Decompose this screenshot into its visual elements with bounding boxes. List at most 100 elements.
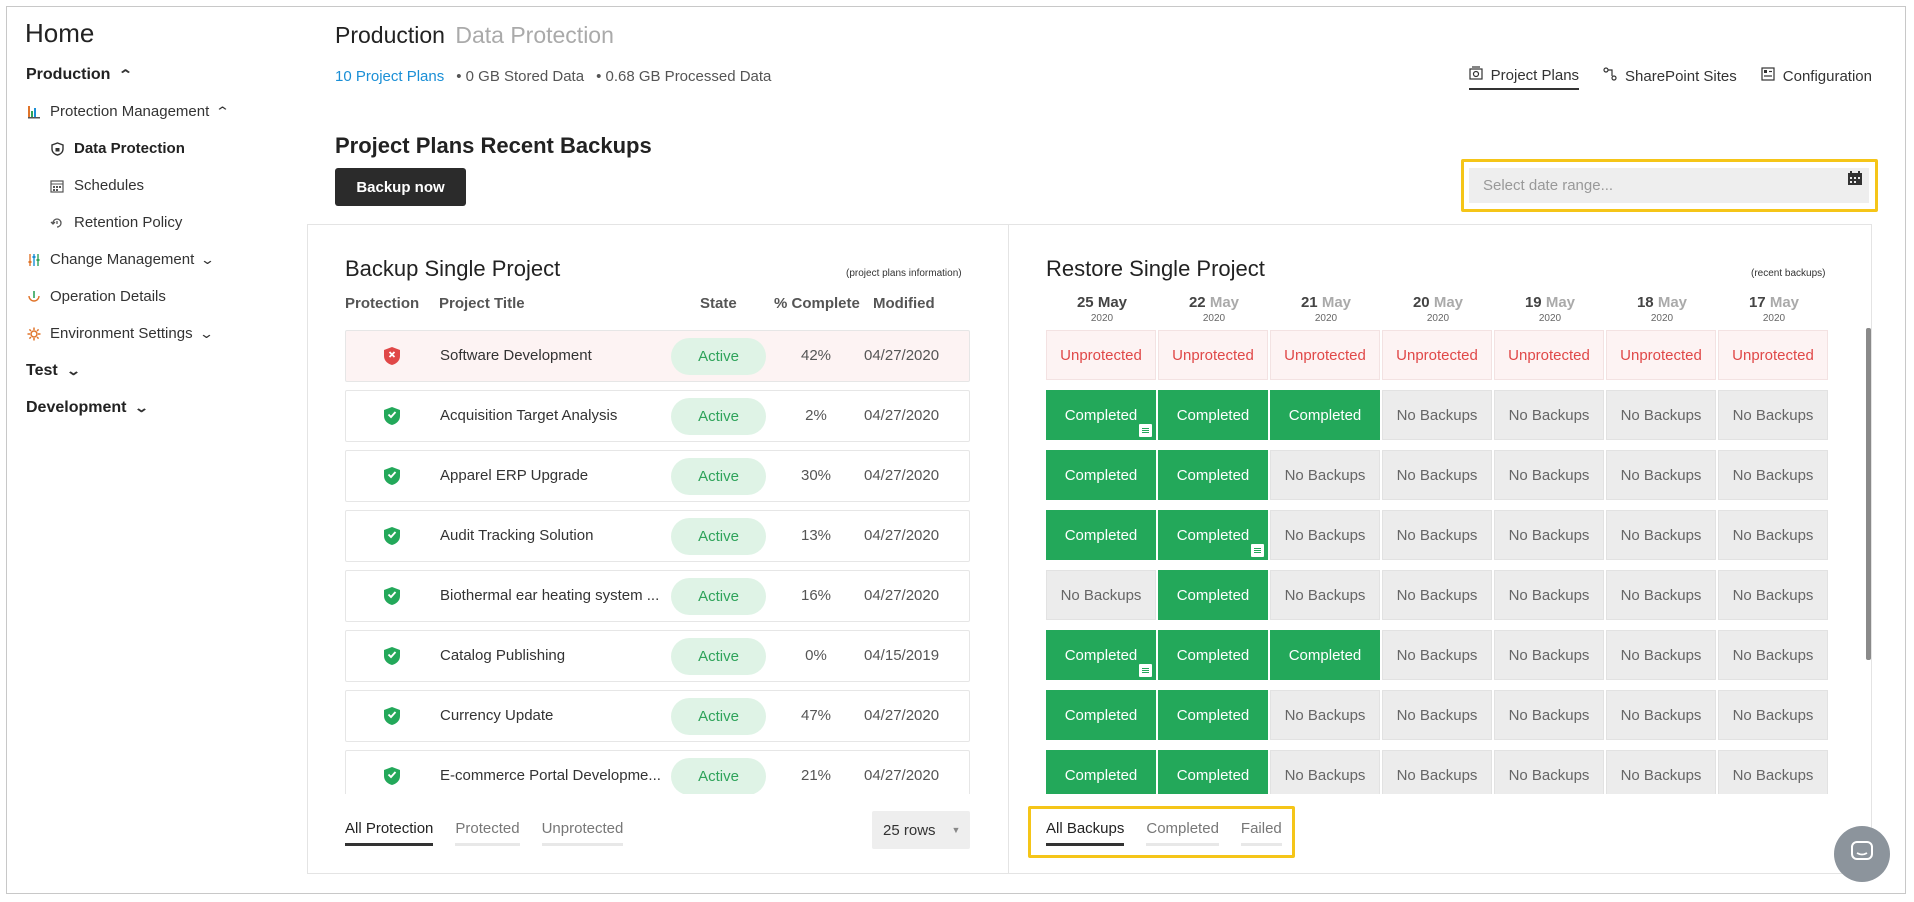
project-title[interactable]: Biothermal ear heating system ...	[440, 587, 664, 604]
no-backups-cell[interactable]: No Backups	[1494, 750, 1604, 794]
unprotected-cell[interactable]: Unprotected	[1494, 330, 1604, 380]
tab-all-backups[interactable]: All Backups	[1046, 820, 1125, 846]
column-header-modified[interactable]: Modified	[873, 295, 935, 312]
sidebar-item-retention-policy[interactable]: Retention Policy	[49, 214, 182, 231]
no-backups-cell[interactable]: No Backups	[1382, 690, 1492, 740]
completed-cell[interactable]: Completed	[1270, 390, 1380, 440]
no-backups-cell[interactable]: No Backups	[1270, 690, 1380, 740]
chat-button[interactable]	[1834, 826, 1890, 882]
no-backups-cell[interactable]: No Backups	[1494, 570, 1604, 620]
sidebar-item-data-protection[interactable]: Data Protection	[49, 140, 185, 157]
no-backups-cell[interactable]: No Backups	[1046, 570, 1156, 620]
no-backups-cell[interactable]: No Backups	[1270, 570, 1380, 620]
unprotected-cell[interactable]: Unprotected	[1270, 330, 1380, 380]
no-backups-cell[interactable]: No Backups	[1606, 510, 1716, 560]
column-header-complete[interactable]: % Complete	[774, 295, 860, 312]
completed-cell[interactable]: Completed	[1046, 450, 1156, 500]
no-backups-cell[interactable]: No Backups	[1494, 390, 1604, 440]
table-row[interactable]: Audit Tracking Solution Active 13% 04/27/20…	[345, 510, 970, 562]
calendar-icon[interactable]	[1847, 170, 1863, 191]
completed-cell[interactable]: Completed	[1046, 390, 1156, 440]
log-document-icon[interactable]	[1139, 664, 1152, 677]
completed-cell[interactable]: Completed	[1158, 690, 1268, 740]
tab-sharepoint-sites[interactable]: SharePoint Sites	[1603, 66, 1737, 90]
home-link[interactable]: Home	[25, 18, 94, 49]
unprotected-cell[interactable]: Unprotected	[1718, 330, 1828, 380]
tab-unprotected[interactable]: Unprotected	[541, 820, 624, 846]
no-backups-cell[interactable]: No Backups	[1606, 390, 1716, 440]
no-backups-cell[interactable]: No Backups	[1270, 450, 1380, 500]
table-row[interactable]: Acquisition Target Analysis Active 2% 04/27…	[345, 390, 970, 442]
project-plans-link[interactable]: 10 Project Plans	[335, 68, 444, 85]
log-document-icon[interactable]	[1251, 544, 1264, 557]
completed-cell[interactable]: Completed	[1158, 510, 1268, 560]
no-backups-cell[interactable]: No Backups	[1718, 450, 1828, 500]
completed-cell[interactable]: Completed	[1158, 390, 1268, 440]
no-backups-cell[interactable]: No Backups	[1270, 750, 1380, 794]
no-backups-cell[interactable]: No Backups	[1382, 570, 1492, 620]
table-row[interactable]: Software Development Active 42% 04/27/2020	[345, 330, 970, 382]
rows-per-page-select[interactable]: 25 rows ▼	[872, 811, 970, 849]
tab-all-protection[interactable]: All Protection	[345, 820, 434, 846]
tab-protected[interactable]: Protected	[455, 820, 520, 846]
completed-cell[interactable]: Completed	[1158, 570, 1268, 620]
table-row[interactable]: Currency Update Active 47% 04/27/2020	[345, 690, 970, 742]
project-title[interactable]: Currency Update	[440, 707, 664, 724]
unprotected-cell[interactable]: Unprotected	[1158, 330, 1268, 380]
sidebar-item-environment-settings[interactable]: Environment Settings ⌄	[26, 325, 214, 342]
unprotected-cell[interactable]: Unprotected	[1046, 330, 1156, 380]
no-backups-cell[interactable]: No Backups	[1606, 690, 1716, 740]
no-backups-cell[interactable]: No Backups	[1382, 630, 1492, 680]
column-header-project-title[interactable]: Project Title	[439, 295, 525, 312]
completed-cell[interactable]: Completed	[1046, 690, 1156, 740]
sidebar-item-development[interactable]: Development ⌄	[26, 399, 150, 417]
no-backups-cell[interactable]: No Backups	[1382, 390, 1492, 440]
no-backups-cell[interactable]: No Backups	[1718, 630, 1828, 680]
no-backups-cell[interactable]: No Backups	[1606, 630, 1716, 680]
completed-cell[interactable]: Completed	[1046, 630, 1156, 680]
sidebar-item-operation-details[interactable]: Operation Details	[26, 288, 166, 305]
date-range-input[interactable]: Select date range...	[1469, 168, 1869, 203]
completed-cell[interactable]: Completed	[1158, 450, 1268, 500]
tab-completed[interactable]: Completed	[1146, 820, 1219, 846]
no-backups-cell[interactable]: No Backups	[1382, 450, 1492, 500]
tab-configuration[interactable]: Configuration	[1761, 66, 1872, 90]
no-backups-cell[interactable]: No Backups	[1382, 510, 1492, 560]
no-backups-cell[interactable]: No Backups	[1718, 390, 1828, 440]
no-backups-cell[interactable]: No Backups	[1606, 750, 1716, 794]
completed-cell[interactable]: Completed	[1270, 630, 1380, 680]
no-backups-cell[interactable]: No Backups	[1494, 630, 1604, 680]
project-title[interactable]: Acquisition Target Analysis	[440, 407, 664, 424]
no-backups-cell[interactable]: No Backups	[1494, 510, 1604, 560]
completed-cell[interactable]: Completed	[1046, 750, 1156, 794]
column-header-protection[interactable]: Protection	[345, 295, 419, 312]
no-backups-cell[interactable]: No Backups	[1606, 450, 1716, 500]
project-title[interactable]: E-commerce Portal Developme...	[440, 767, 664, 784]
no-backups-cell[interactable]: No Backups	[1270, 510, 1380, 560]
project-title[interactable]: Apparel ERP Upgrade	[440, 467, 664, 484]
no-backups-cell[interactable]: No Backups	[1606, 570, 1716, 620]
sidebar-item-production[interactable]: Production ⌃	[26, 66, 134, 84]
sidebar-item-test[interactable]: Test ⌄	[26, 362, 81, 380]
tab-project-plans[interactable]: Project Plans	[1468, 66, 1580, 90]
sidebar-item-protection-management[interactable]: Protection Management ⌃	[26, 103, 230, 120]
no-backups-cell[interactable]: No Backups	[1718, 570, 1828, 620]
table-row[interactable]: Apparel ERP Upgrade Active 30% 04/27/2020	[345, 450, 970, 502]
unprotected-cell[interactable]: Unprotected	[1606, 330, 1716, 380]
column-header-state[interactable]: State	[700, 295, 737, 312]
completed-cell[interactable]: Completed	[1158, 630, 1268, 680]
log-document-icon[interactable]	[1139, 424, 1152, 437]
no-backups-cell[interactable]: No Backups	[1382, 750, 1492, 794]
unprotected-cell[interactable]: Unprotected	[1382, 330, 1492, 380]
no-backups-cell[interactable]: No Backups	[1494, 690, 1604, 740]
no-backups-cell[interactable]: No Backups	[1494, 450, 1604, 500]
sidebar-item-schedules[interactable]: Schedules	[49, 177, 144, 194]
sidebar-item-change-management[interactable]: Change Management ⌄	[26, 251, 215, 268]
vertical-scrollbar[interactable]	[1866, 328, 1871, 660]
table-row[interactable]: Catalog Publishing Active 0% 04/15/2019	[345, 630, 970, 682]
project-title[interactable]: Catalog Publishing	[440, 647, 664, 664]
tab-failed[interactable]: Failed	[1240, 820, 1282, 846]
completed-cell[interactable]: Completed	[1158, 750, 1268, 794]
table-row[interactable]: Biothermal ear heating system ... Active 1…	[345, 570, 970, 622]
project-title[interactable]: Software Development	[440, 347, 664, 364]
